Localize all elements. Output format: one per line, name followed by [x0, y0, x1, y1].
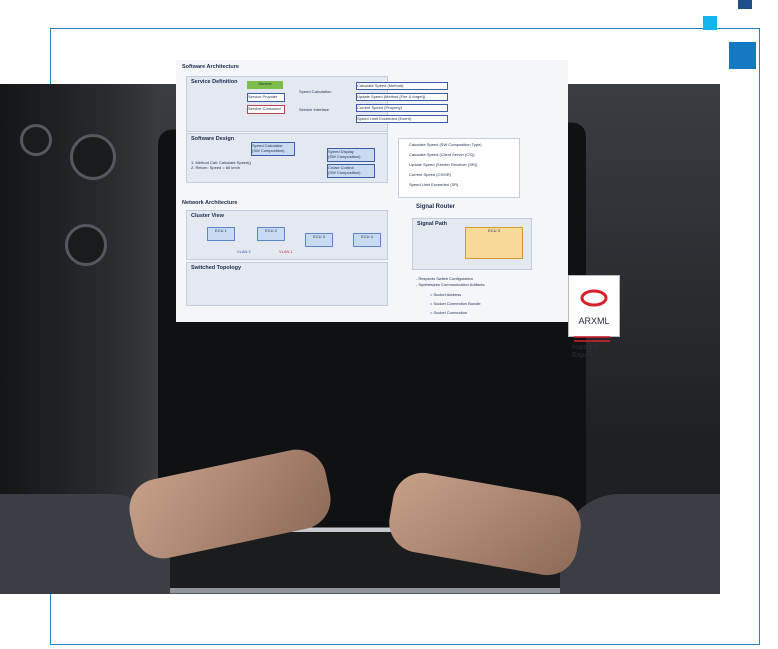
signal-path-title: Signal Path — [417, 221, 447, 227]
legend-panel: Calculate Speed (SW Composition Type) Ca… — [398, 138, 520, 198]
accent-square-light — [703, 16, 717, 30]
dashboard-knob-lower — [65, 224, 107, 266]
import-export-arrows-icon — [574, 336, 610, 342]
ecu-4: ECU 4 — [353, 233, 381, 247]
service-interface-label: Service Interface — [299, 107, 330, 112]
item-calculate-speed: Calculate Speed (Method) — [356, 82, 448, 90]
network-architecture-title: Network Architecture — [182, 200, 238, 206]
accent-square-dark — [738, 0, 752, 9]
dashboard-knob — [70, 134, 116, 180]
software-design-title: Software Design — [191, 136, 235, 142]
service-consumer: Service Consumer — [247, 105, 285, 114]
ecu-3: ECU 3 — [305, 233, 333, 247]
arxml-label: ARXML — [578, 316, 610, 326]
socket-item-1: = Socket Connection Bundle — [430, 301, 481, 306]
legend-item-0: Calculate Speed (SW Composition Type) — [409, 142, 482, 147]
accent-square-blue — [729, 42, 756, 69]
ecu-2: ECU 2 — [257, 227, 285, 241]
signal-router-title: Signal Router — [416, 204, 456, 210]
legend-item-2: Update Speed (Sender Receiver (SR)) — [409, 162, 478, 167]
item-update-speed: Update Speed (Method [Fire & forget]) — [356, 93, 448, 101]
import-export-label: Import & Export — [572, 344, 599, 359]
cluster-view-panel: Cluster View ECU 1 ECU 2 ECU 3 ECU 4 VLA… — [186, 210, 388, 260]
cruise-control-sub: (SW Composition) — [328, 170, 361, 175]
arxml-document-icon: ARXML — [568, 275, 620, 337]
speed-calculator-sub: (SW Composition) — [252, 148, 285, 153]
software-architecture-title: Software Architecture — [182, 64, 239, 70]
switched-topology-panel: Switched Topology — [186, 262, 388, 306]
item-current-speed: Current Speed (Property) — [356, 104, 448, 112]
legend-item-3: Current Speed (CS/SR) — [409, 172, 452, 177]
laptop-screen: Software Architecture Service Definition… — [176, 60, 568, 322]
legend-item-4: Speed Limit Exceeded (SR) — [409, 182, 459, 187]
vlan1-label: VLAN 1 — [279, 249, 293, 254]
service-provider: Service Provider — [247, 93, 285, 102]
ecu-3-signal: ECU 3 — [465, 227, 523, 259]
arxml-logo-icon — [580, 289, 608, 307]
item-speed-limit: Speed Limit Exceeded (Event) — [356, 115, 448, 123]
legend-item-1: Calculate Speed (Client Server (CS)) — [409, 152, 475, 157]
socket-item-0: = Socket Address — [430, 292, 462, 297]
speed-calculation-label: Speed Calculation — [299, 89, 332, 94]
socket-item-2: = Socket Connection — [430, 310, 468, 315]
service-label: Service — [247, 81, 283, 89]
signal-note-0: - Respects Switch Configuration — [416, 276, 473, 281]
switched-topology-title: Switched Topology — [191, 265, 242, 271]
cluster-view-title: Cluster View — [191, 213, 224, 219]
ecu-1: ECU 1 — [207, 227, 235, 241]
method-notes: 1. Method Call: Calculate Speed() 2. Ret… — [191, 160, 252, 170]
signal-note-1: - Synthesizes Communication Artifacts: — [416, 282, 486, 287]
vlan2-label: VLAN 2 — [237, 249, 251, 254]
service-definition-title: Service Definition — [191, 79, 238, 85]
speed-display-sub: (SW Composition) — [328, 154, 361, 159]
speed-calculator-box: Speed Calculator (SW Composition) — [251, 142, 295, 156]
right-sleeve — [560, 494, 720, 594]
speed-display-box: Speed Display (SW Composition) — [327, 148, 375, 162]
cruise-control-box: Cruise Control (SW Composition) — [327, 164, 375, 178]
software-design-panel: Software Design Speed Calculator (SW Com… — [186, 133, 388, 183]
dashboard-knob-small — [20, 124, 52, 156]
signal-path-panel: Signal Path ECU 3 — [412, 218, 532, 270]
